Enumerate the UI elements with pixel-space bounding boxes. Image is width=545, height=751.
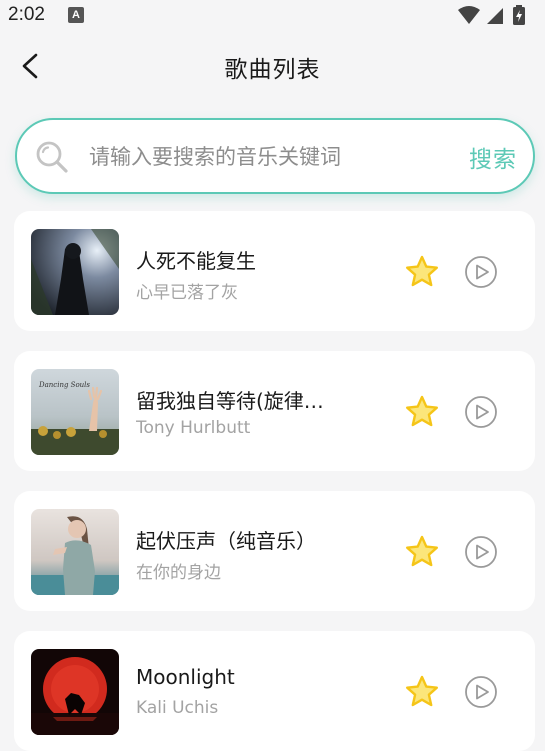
album-cover — [31, 649, 119, 735]
song-artist: 心早已落了灰 — [136, 283, 238, 303]
play-circle-icon[interactable] — [464, 255, 498, 289]
status-bar: 2:02 A — [0, 0, 545, 30]
song-artist: Tony Hurlbutt — [136, 418, 251, 438]
album-cover — [31, 509, 119, 595]
song-title: Moonlight — [136, 665, 235, 689]
battery-icon — [513, 5, 525, 25]
page-title: 歌曲列表 — [224, 57, 321, 83]
song-artist: 在你的身边 — [136, 563, 221, 583]
search-input[interactable] — [87, 134, 451, 180]
song-card[interactable]: Dancing Souls 留我独自等待(旋律… Tony Hurlbutt — [14, 351, 535, 471]
status-time: 2:02 — [8, 4, 45, 25]
status-indicators — [457, 5, 537, 25]
song-title: 留我独自等待(旋律… — [136, 389, 324, 413]
star-icon[interactable] — [404, 254, 440, 290]
header: 歌曲列表 — [0, 36, 545, 96]
album-cover — [31, 229, 119, 315]
notification-icon: A — [68, 7, 84, 23]
search-box: 搜索 — [15, 118, 535, 194]
star-icon[interactable] — [404, 394, 440, 430]
search-icon — [36, 141, 68, 173]
play-circle-icon[interactable] — [464, 535, 498, 569]
song-title: 人死不能复生 — [136, 249, 256, 273]
star-icon[interactable] — [404, 534, 440, 570]
cover-caption: Dancing Souls — [38, 381, 90, 389]
song-card[interactable]: Moonlight Kali Uchis — [14, 631, 535, 751]
search-button[interactable]: 搜索 — [469, 140, 517, 174]
song-artist: Kali Uchis — [136, 698, 219, 718]
song-card[interactable]: 人死不能复生 心早已落了灰 — [14, 211, 535, 331]
play-circle-icon[interactable] — [464, 395, 498, 429]
song-title: 起伏压声（纯音乐） — [136, 529, 316, 553]
play-circle-icon[interactable] — [464, 675, 498, 709]
signal-icon — [487, 8, 503, 24]
album-cover: Dancing Souls — [31, 369, 119, 455]
wifi-icon — [458, 6, 480, 24]
star-icon[interactable] — [404, 674, 440, 710]
song-card[interactable]: 起伏压声（纯音乐） 在你的身边 — [14, 491, 535, 611]
notification-icon-letter: A — [72, 9, 80, 21]
